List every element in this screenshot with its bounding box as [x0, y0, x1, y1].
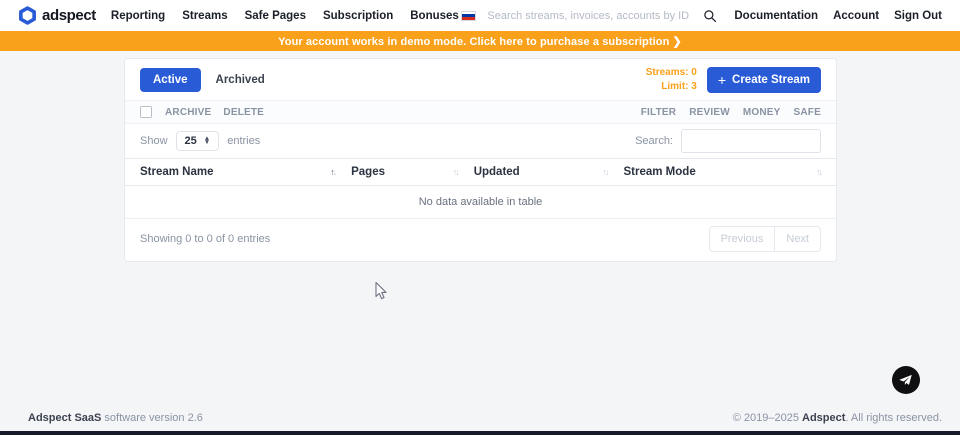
telegram-button[interactable]: [892, 366, 920, 394]
nav-item-safe-pages[interactable]: Safe Pages: [245, 10, 306, 22]
entries-per-page-value: 25: [185, 135, 197, 147]
brand-name: adspect: [42, 7, 96, 24]
nav-link-account[interactable]: Account: [833, 10, 879, 22]
sort-icon-asc-active: ↑↓: [330, 167, 335, 177]
nav-item-subscription[interactable]: Subscription: [323, 10, 393, 22]
entries-per-page-select[interactable]: 25 ▲ ▼: [176, 131, 220, 151]
navbar-right-group: Documentation Account Sign Out: [461, 9, 942, 23]
search-icon[interactable]: [703, 9, 717, 23]
table-empty-message: No data available in table: [125, 186, 836, 219]
demo-mode-banner[interactable]: Your account works in demo mode. Click h…: [0, 31, 960, 51]
delete-action[interactable]: DELETE: [223, 107, 264, 118]
card-header: Active Archived Streams: 0 Limit: 3 + Cr…: [125, 59, 836, 100]
table-search-label: Search:: [635, 135, 673, 147]
sort-icon: ↑↓: [816, 167, 821, 177]
column-header-updated[interactable]: Updated ↑↓: [474, 166, 624, 178]
adspect-hexagon-logo-icon: [18, 6, 37, 25]
select-all-checkbox[interactable]: [140, 106, 152, 118]
nav-link-documentation[interactable]: Documentation: [734, 10, 818, 22]
column-header-stream-name[interactable]: Stream Name ↑↓: [140, 166, 351, 178]
bottom-edge-strip: [0, 431, 960, 435]
global-search-input[interactable]: [487, 10, 692, 22]
table-controls-row: Show 25 ▲ ▼ entries Search:: [125, 124, 836, 158]
entries-label: entries: [227, 135, 260, 147]
table-search-input[interactable]: [681, 129, 821, 153]
mouse-cursor-icon: [374, 281, 387, 301]
table-header-row: Stream Name ↑↓ Pages ↑↓ Updated ↑↓ Strea…: [125, 158, 836, 186]
select-stepper-icon: ▲ ▼: [204, 137, 210, 144]
plus-icon: +: [718, 73, 726, 87]
previous-page-button[interactable]: Previous: [709, 226, 776, 252]
footer-version-text: Adspect SaaS software version 2.6: [28, 412, 203, 424]
brand-logo-link[interactable]: adspect: [18, 6, 96, 25]
nav-item-reporting[interactable]: Reporting: [111, 10, 165, 22]
footer-copyright-text: © 2019–2025 Adspect. All rights reserved…: [733, 412, 942, 424]
streams-count: Streams: 0: [646, 66, 697, 80]
navbar-links: Documentation Account Sign Out: [734, 10, 942, 22]
filter-group: FILTER REVIEW MONEY SAFE: [641, 107, 821, 118]
tab-archived-button[interactable]: Archived: [216, 74, 265, 86]
nav-item-streams[interactable]: Streams: [182, 10, 227, 22]
next-page-button[interactable]: Next: [775, 226, 821, 252]
pagination: Previous Next: [709, 226, 821, 252]
streams-limit: Limit: 3: [646, 80, 697, 94]
filter-action[interactable]: FILTER: [641, 107, 676, 118]
bulk-action-bar: ARCHIVE DELETE FILTER REVIEW MONEY SAFE: [125, 100, 836, 124]
usage-counters: Streams: 0 Limit: 3: [646, 66, 697, 93]
column-header-pages[interactable]: Pages ↑↓: [351, 166, 474, 178]
safe-action[interactable]: SAFE: [794, 107, 821, 118]
create-stream-button[interactable]: + Create Stream: [707, 67, 821, 93]
column-header-stream-mode[interactable]: Stream Mode ↑↓: [624, 166, 821, 178]
table-search-wrap: Search:: [635, 129, 821, 153]
page-footer: Adspect SaaS software version 2.6 © 2019…: [28, 412, 942, 424]
nav-link-sign-out[interactable]: Sign Out: [894, 10, 942, 22]
sort-icon: ↑↓: [453, 167, 458, 177]
main-menu: Reporting Streams Safe Pages Subscriptio…: [111, 10, 459, 22]
tab-active-button[interactable]: Active: [140, 68, 201, 92]
table-info-text: Showing 0 to 0 of 0 entries: [140, 233, 270, 245]
show-label: Show: [140, 135, 168, 147]
streams-card: Active Archived Streams: 0 Limit: 3 + Cr…: [124, 58, 837, 262]
money-action[interactable]: MONEY: [743, 107, 781, 118]
archive-action[interactable]: ARCHIVE: [165, 107, 211, 118]
sort-icon: ↑↓: [603, 167, 608, 177]
nav-item-bonuses[interactable]: Bonuses: [410, 10, 459, 22]
create-stream-label: Create Stream: [732, 74, 810, 86]
russian-flag-icon[interactable]: [461, 11, 476, 21]
top-navbar: adspect Reporting Streams Safe Pages Sub…: [0, 0, 960, 31]
card-footer: Showing 0 to 0 of 0 entries Previous Nex…: [125, 219, 836, 261]
review-action[interactable]: REVIEW: [689, 107, 730, 118]
telegram-plane-icon: [898, 373, 913, 388]
